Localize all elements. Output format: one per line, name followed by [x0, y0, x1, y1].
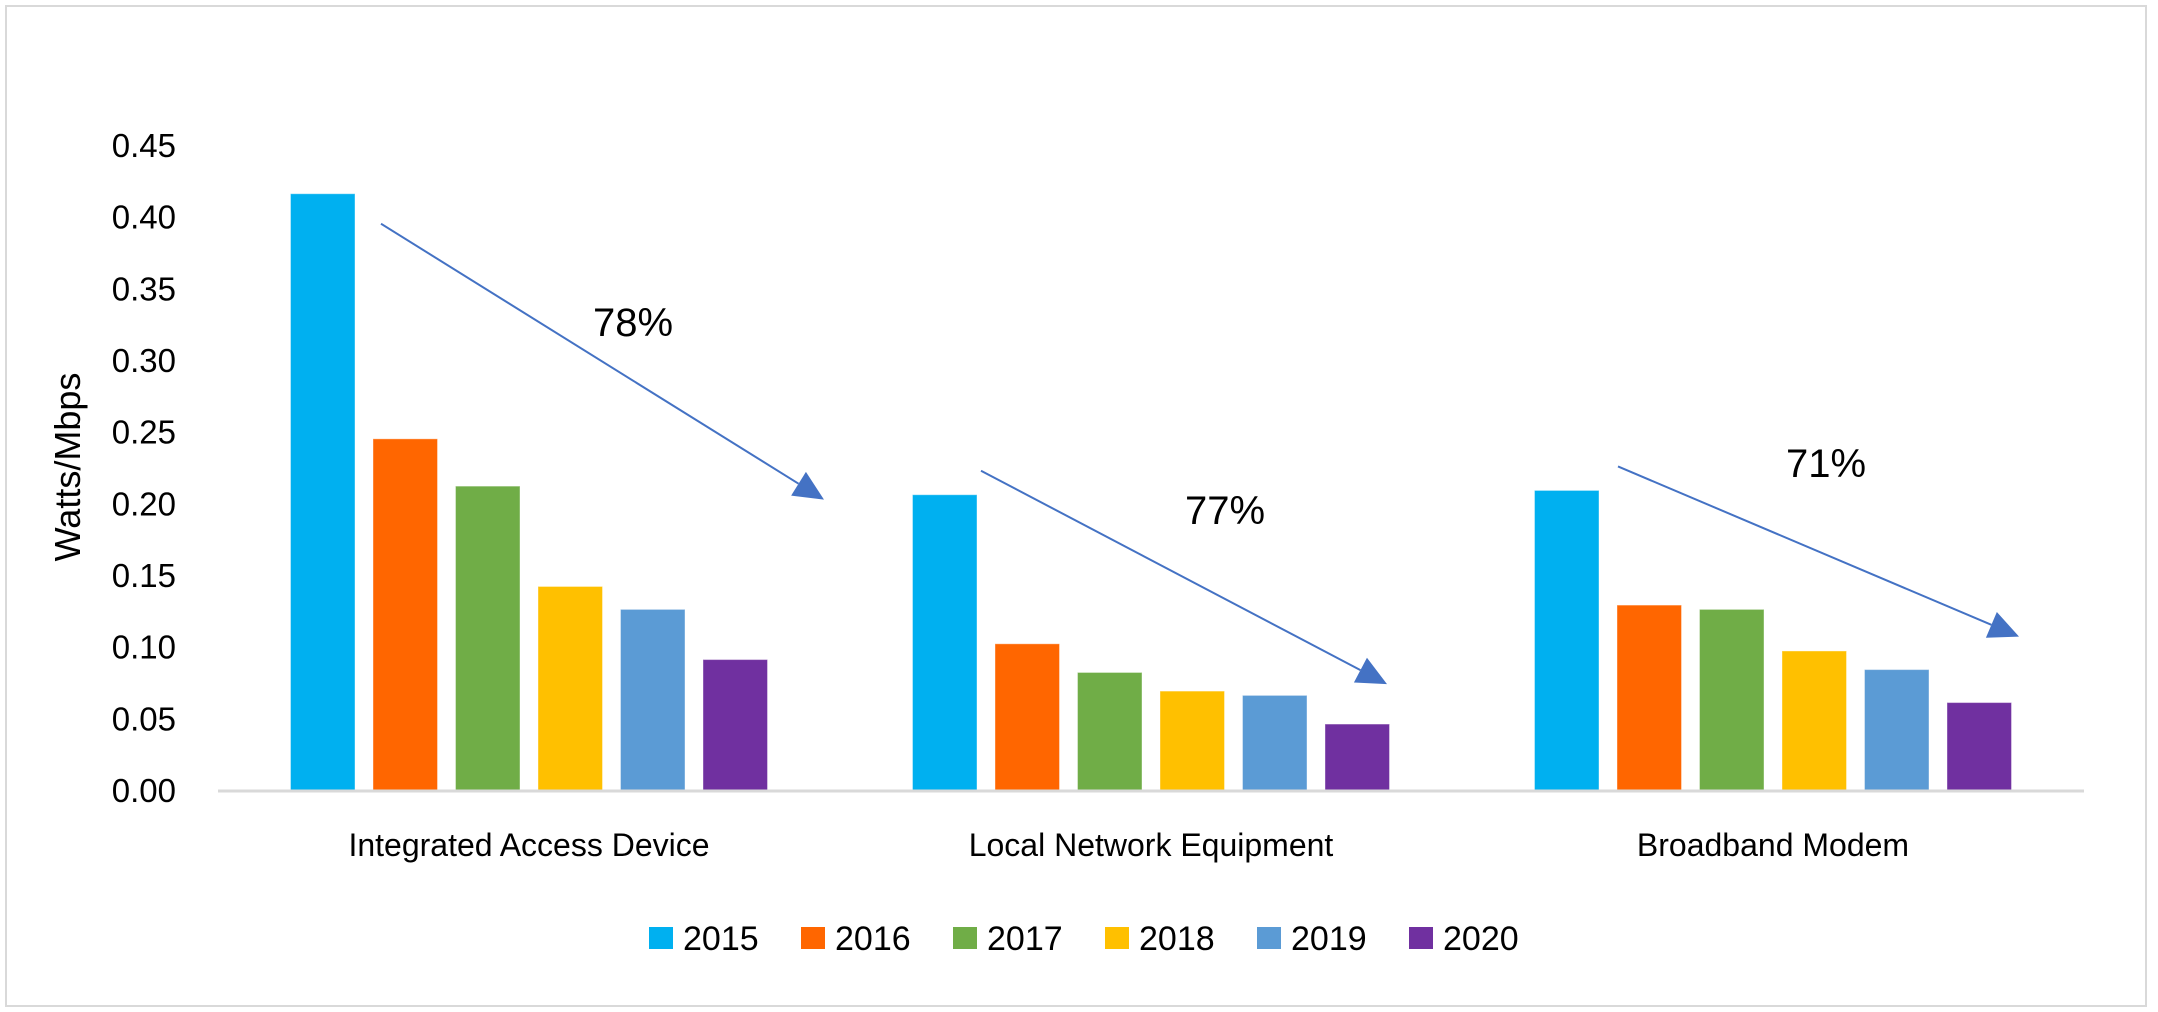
legend-item: 2020	[1409, 920, 1519, 958]
y-tick-label: 0.25	[112, 414, 176, 451]
bar-2019-integrated-access-device	[620, 608, 686, 791]
bar-2020-broadband-modem	[1946, 702, 2012, 791]
bar-2017-local-network-equipment	[1077, 671, 1143, 791]
bar-2015-local-network-equipment	[912, 494, 978, 791]
annotation-label: 78%	[593, 301, 673, 345]
legend-swatch	[1409, 927, 1433, 949]
arrow-line	[380, 222, 800, 485]
bar-2018-broadband-modem	[1781, 650, 1847, 791]
category-labels: Integrated Access Device Local Network Eq…	[348, 827, 1909, 863]
y-tick-label: 0.35	[112, 270, 176, 307]
bar-2016-broadband-modem	[1616, 604, 1682, 791]
category-label: Broadband Modem	[1637, 827, 1909, 863]
legend: 2015 2016 2017 2018 2019 2020	[649, 920, 1519, 958]
legend-swatch	[801, 927, 825, 949]
arrow-head-icon	[1353, 657, 1387, 685]
bar-2016-local-network-equipment	[994, 643, 1060, 791]
bar-2017-broadband-modem	[1699, 608, 1765, 791]
annotation-label: 71%	[1786, 442, 1866, 486]
legend-label: 2017	[987, 920, 1063, 958]
y-tick-label: 0.00	[112, 772, 176, 809]
annotation-label: 77%	[1185, 489, 1265, 533]
legend-item: 2016	[801, 920, 911, 958]
y-tick-label: 0.20	[112, 485, 176, 522]
bar-chart: 0.00 0.05 0.10 0.15 0.20 0.25 0.30 0.35 0.40 0.45…	[47, 127, 2084, 958]
legend-label: 2018	[1139, 920, 1215, 958]
bar-2015-integrated-access-device	[290, 193, 356, 791]
y-tick-label: 0.10	[112, 629, 176, 666]
bar-2020-integrated-access-device	[702, 659, 768, 791]
legend-item: 2018	[1105, 920, 1215, 958]
y-axis-ticks: 0.00 0.05 0.10 0.15 0.20 0.25 0.30 0.35 0.40 0.45	[112, 127, 176, 809]
legend-swatch	[1105, 927, 1129, 949]
legend-swatch	[1257, 927, 1281, 949]
bars	[290, 193, 2012, 791]
bar-2018-integrated-access-device	[537, 585, 603, 791]
legend-item: 2015	[649, 920, 759, 958]
legend-label: 2016	[835, 920, 911, 958]
bar-2019-broadband-modem	[1864, 669, 1930, 791]
arrow-head-icon	[791, 471, 824, 500]
y-tick-label: 0.15	[112, 557, 176, 594]
arrow-line	[1617, 465, 1992, 626]
bar-2018-local-network-equipment	[1159, 690, 1225, 791]
y-tick-label: 0.40	[112, 199, 176, 236]
bar-2020-local-network-equipment	[1324, 723, 1390, 791]
bar-2016-integrated-access-device	[372, 438, 438, 791]
legend-item: 2019	[1257, 920, 1367, 958]
legend-label: 2015	[683, 920, 759, 958]
arrow-line	[980, 469, 1361, 671]
y-tick-label: 0.30	[112, 342, 176, 379]
decline-arrow-annotation: 78%	[380, 222, 824, 500]
category-label: Integrated Access Device	[348, 827, 709, 863]
legend-label: 2020	[1443, 920, 1519, 958]
bar-2019-local-network-equipment	[1242, 694, 1308, 791]
bar-2015-broadband-modem	[1534, 489, 1600, 791]
y-tick-label: 0.45	[112, 127, 176, 164]
category-label: Local Network Equipment	[969, 827, 1334, 863]
y-tick-label: 0.05	[112, 700, 176, 737]
y-axis-title: Watts/Mbps	[47, 373, 88, 562]
legend-swatch	[649, 927, 673, 949]
legend-swatch	[953, 927, 977, 949]
legend-item: 2017	[953, 920, 1063, 958]
legend-label: 2019	[1291, 920, 1367, 958]
bar-2017-integrated-access-device	[455, 485, 521, 791]
